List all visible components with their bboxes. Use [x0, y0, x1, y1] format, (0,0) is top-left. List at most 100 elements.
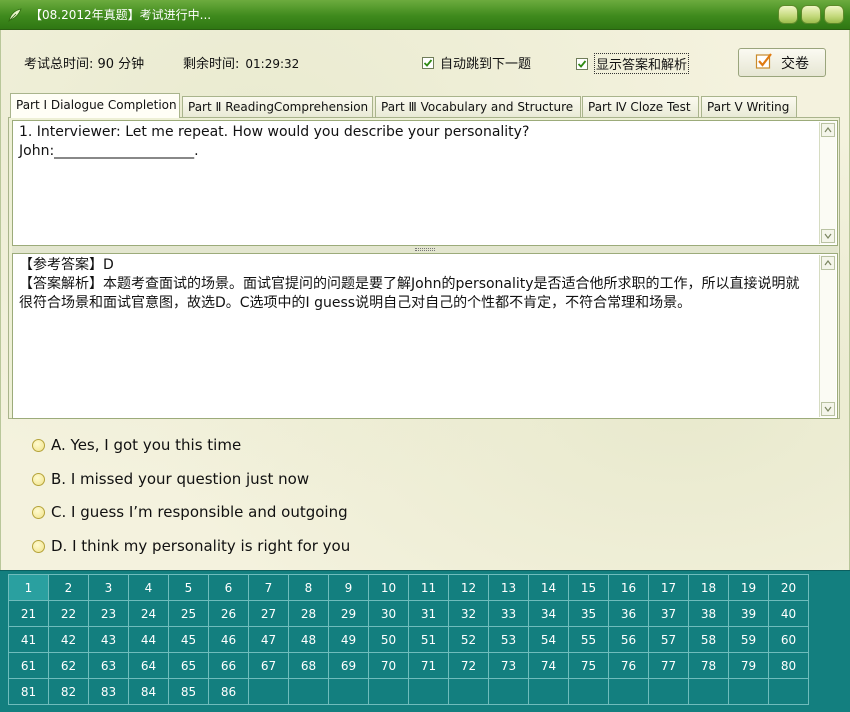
tab-part-3[interactable]: Part Ⅲ Vocabulary and Structure	[375, 96, 581, 117]
question-number-cell[interactable]: 18	[689, 575, 729, 601]
question-number-cell[interactable]: 52	[449, 627, 489, 653]
question-number-cell[interactable]: 80	[769, 653, 809, 679]
question-number-cell[interactable]: 57	[649, 627, 689, 653]
scroll-up-arrow-icon[interactable]	[821, 123, 835, 137]
question-number-cell[interactable]: 70	[369, 653, 409, 679]
question-number-cell[interactable]: 25	[169, 601, 209, 627]
question-number-cell[interactable]: 49	[329, 627, 369, 653]
question-number-cell[interactable]: 22	[49, 601, 89, 627]
question-number-cell[interactable]: 84	[129, 679, 169, 705]
question-number-cell[interactable]: 73	[489, 653, 529, 679]
question-number-cell[interactable]: 59	[729, 627, 769, 653]
question-number-cell[interactable]: 36	[609, 601, 649, 627]
question-number-cell[interactable]: 83	[89, 679, 129, 705]
question-number-cell[interactable]: 14	[529, 575, 569, 601]
scroll-up-arrow-icon[interactable]	[821, 256, 835, 270]
question-number-cell[interactable]: 81	[9, 679, 49, 705]
question-number-cell[interactable]: 85	[169, 679, 209, 705]
question-number-cell[interactable]: 58	[689, 627, 729, 653]
submit-button[interactable]: 交卷	[738, 48, 826, 77]
question-number-cell[interactable]: 61	[9, 653, 49, 679]
tab-part-2[interactable]: Part Ⅱ ReadingComprehension	[182, 96, 373, 117]
question-number-cell[interactable]: 39	[729, 601, 769, 627]
option-d[interactable]: D. I think my personality is right for y…	[32, 537, 350, 555]
question-number-cell[interactable]: 76	[609, 653, 649, 679]
option-a[interactable]: A. Yes, I got you this time	[32, 436, 241, 454]
answer-scrollbar[interactable]	[819, 255, 836, 417]
question-number-cell[interactable]: 38	[689, 601, 729, 627]
scroll-down-arrow-icon[interactable]	[821, 229, 835, 243]
question-number-cell[interactable]: 3	[89, 575, 129, 601]
question-number-cell[interactable]: 72	[449, 653, 489, 679]
question-scrollbar[interactable]	[819, 122, 836, 244]
scroll-down-arrow-icon[interactable]	[821, 402, 835, 416]
question-number-cell[interactable]: 7	[249, 575, 289, 601]
question-number-cell[interactable]: 6	[209, 575, 249, 601]
question-number-cell[interactable]: 24	[129, 601, 169, 627]
question-number-cell[interactable]: 64	[129, 653, 169, 679]
question-number-cell[interactable]: 78	[689, 653, 729, 679]
question-number-cell[interactable]: 47	[249, 627, 289, 653]
question-number-cell[interactable]: 8	[289, 575, 329, 601]
question-number-cell[interactable]: 55	[569, 627, 609, 653]
question-number-cell[interactable]: 2	[49, 575, 89, 601]
question-number-cell[interactable]: 20	[769, 575, 809, 601]
question-number-cell[interactable]: 9	[329, 575, 369, 601]
minimize-button[interactable]	[778, 5, 798, 24]
question-number-cell[interactable]: 23	[89, 601, 129, 627]
question-number-cell[interactable]: 48	[289, 627, 329, 653]
question-number-cell[interactable]: 65	[169, 653, 209, 679]
tab-part-4[interactable]: Part Ⅳ Cloze Test	[582, 96, 699, 117]
question-number-cell[interactable]: 43	[89, 627, 129, 653]
maximize-button[interactable]	[801, 5, 821, 24]
question-number-cell[interactable]: 86	[209, 679, 249, 705]
question-number-cell[interactable]: 46	[209, 627, 249, 653]
question-number-cell[interactable]: 44	[129, 627, 169, 653]
question-number-cell[interactable]: 77	[649, 653, 689, 679]
question-number-cell[interactable]: 12	[449, 575, 489, 601]
question-number-cell[interactable]: 82	[49, 679, 89, 705]
panel-splitter[interactable]	[12, 246, 838, 253]
question-textbox[interactable]: 1. Interviewer: Let me repeat. How would…	[12, 120, 838, 246]
question-number-cell[interactable]: 66	[209, 653, 249, 679]
question-number-cell[interactable]: 34	[529, 601, 569, 627]
question-number-cell[interactable]: 51	[409, 627, 449, 653]
question-number-cell[interactable]: 17	[649, 575, 689, 601]
question-number-cell[interactable]: 5	[169, 575, 209, 601]
question-number-cell[interactable]: 29	[329, 601, 369, 627]
question-number-cell[interactable]: 37	[649, 601, 689, 627]
question-number-cell[interactable]: 56	[609, 627, 649, 653]
tab-part-1[interactable]: Part Ⅰ Dialogue Completion	[10, 93, 180, 118]
question-number-cell[interactable]: 32	[449, 601, 489, 627]
question-number-cell[interactable]: 27	[249, 601, 289, 627]
question-number-cell[interactable]: 53	[489, 627, 529, 653]
show-answer-checkbox[interactable]: 显示答案和解析	[576, 53, 690, 74]
question-number-cell[interactable]: 42	[49, 627, 89, 653]
auto-next-checkbox[interactable]: 自动跳到下一题	[422, 53, 531, 72]
tab-part-5[interactable]: Part Ⅴ Writing	[701, 96, 797, 117]
question-number-cell[interactable]: 67	[249, 653, 289, 679]
question-number-cell[interactable]: 13	[489, 575, 529, 601]
question-number-cell[interactable]: 33	[489, 601, 529, 627]
question-number-cell[interactable]: 40	[769, 601, 809, 627]
question-number-cell[interactable]: 31	[409, 601, 449, 627]
question-number-cell[interactable]: 69	[329, 653, 369, 679]
question-number-cell[interactable]: 19	[729, 575, 769, 601]
question-number-cell[interactable]: 45	[169, 627, 209, 653]
question-number-cell[interactable]: 35	[569, 601, 609, 627]
question-number-cell[interactable]: 63	[89, 653, 129, 679]
question-number-cell[interactable]: 60	[769, 627, 809, 653]
question-number-cell[interactable]: 62	[49, 653, 89, 679]
close-button[interactable]	[824, 5, 844, 24]
question-number-cell[interactable]: 41	[9, 627, 49, 653]
question-number-cell[interactable]: 74	[529, 653, 569, 679]
question-number-cell[interactable]: 11	[409, 575, 449, 601]
question-number-cell[interactable]: 50	[369, 627, 409, 653]
question-number-cell[interactable]: 68	[289, 653, 329, 679]
question-number-cell[interactable]: 4	[129, 575, 169, 601]
question-number-cell[interactable]: 1	[9, 575, 49, 601]
answer-textbox[interactable]: 【参考答案】D 【答案解析】本题考查面试的场景。面试官提问的问题是要了解John…	[12, 253, 838, 419]
question-number-cell[interactable]: 54	[529, 627, 569, 653]
question-number-cell[interactable]: 10	[369, 575, 409, 601]
question-number-cell[interactable]: 15	[569, 575, 609, 601]
